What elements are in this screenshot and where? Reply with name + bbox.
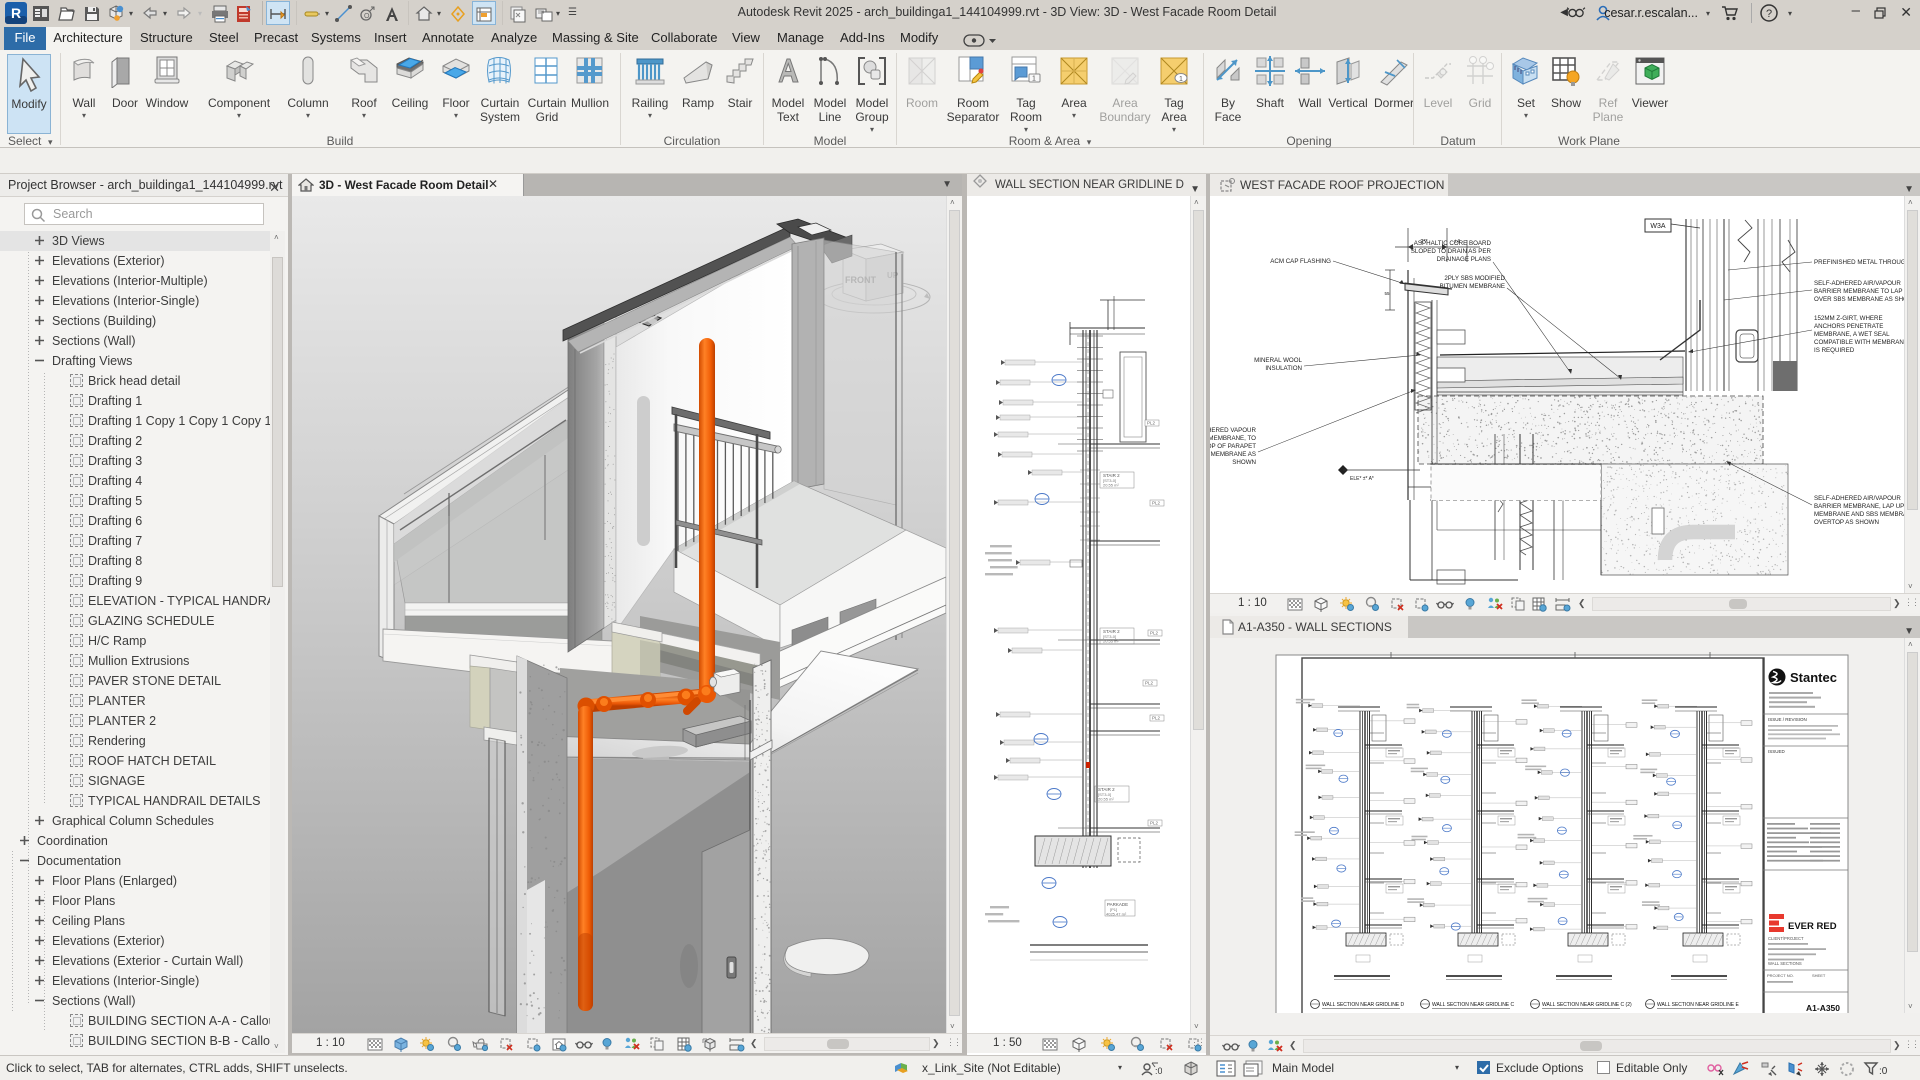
- svg-text:4025.47 m²: 4025.47 m²: [1106, 912, 1127, 917]
- svg-text:ELE* ±* A*: ELE* ±* A*: [1350, 476, 1374, 482]
- svg-text:OVERTOP AS SHOWN: OVERTOP AS SHOWN: [1814, 519, 1879, 526]
- svg-text:SELF-ADHERED VAPOUR: SELF-ADHERED VAPOUR: [1210, 427, 1257, 434]
- svg-text:R: R: [11, 5, 21, 21]
- svg-text::0: :0: [1155, 1066, 1162, 1076]
- svg-text:WALL SECTION NEAR GRIDLINE E: WALL SECTION NEAR GRIDLINE E: [1657, 1002, 1740, 1008]
- svg-text::0: :0: [1879, 1066, 1888, 1077]
- svg-text:PL2: PL2: [1152, 716, 1161, 721]
- svg-text:AND SBS MEMBRANE AS: AND SBS MEMBRANE AS: [1210, 451, 1256, 458]
- svg-text:COMPATIBLE WITH MEMBRANE: COMPATIBLE WITH MEMBRANE: [1814, 339, 1904, 346]
- svg-text:20.55 m²: 20.55 m²: [1098, 797, 1114, 802]
- svg-text:ACM CAP FLASHING: ACM CAP FLASHING: [1270, 258, 1331, 265]
- svg-text:20.55 m²: 20.55 m²: [1103, 483, 1119, 488]
- svg-text:ISSUE / REVISION: ISSUE / REVISION: [1768, 717, 1807, 722]
- svg-text:W3A: W3A: [1650, 223, 1666, 230]
- svg-text:EVER RED: EVER RED: [1788, 921, 1837, 932]
- svg-text:2PLY SBS MODIFIED: 2PLY SBS MODIFIED: [1444, 275, 1505, 282]
- svg-text:?: ?: [1766, 8, 1772, 20]
- svg-text:WALL SECTION NEAR GRIDLINE C: WALL SECTION NEAR GRIDLINE C: [1432, 1002, 1515, 1008]
- svg-text:20.55 m²: 20.55 m²: [1103, 639, 1119, 644]
- svg-text:152MM Z-GIRT, WHERE: 152MM Z-GIRT, WHERE: [1814, 315, 1883, 322]
- svg-text:DRAINAGE PLANS: DRAINAGE PLANS: [1437, 256, 1491, 263]
- svg-text:BARRIER MEMBRANE TO LAP: BARRIER MEMBRANE TO LAP: [1814, 288, 1902, 295]
- svg-text:PL2: PL2: [1152, 501, 1161, 506]
- svg-text:INSULATION: INSULATION: [1265, 365, 1302, 372]
- svg-text:Stantec: Stantec: [1790, 670, 1837, 685]
- svg-text:OVER SBS MEMBRANE AS SHOWN: OVER SBS MEMBRANE AS SHOWN: [1814, 296, 1904, 303]
- svg-text:55: 55: [1384, 291, 1390, 296]
- svg-text:A1-A350: A1-A350: [1806, 1003, 1840, 1013]
- svg-text:MEMBRANE AND SBS MEMBRANE: MEMBRANE AND SBS MEMBRANE: [1814, 511, 1904, 518]
- svg-text:BITUMEN MEMBRANE: BITUMEN MEMBRANE: [1440, 283, 1505, 290]
- svg-text:CLIENT/PROJECT: CLIENT/PROJECT: [1768, 936, 1804, 941]
- svg-text:WALL SECTIONS: WALL SECTIONS: [1768, 961, 1802, 966]
- svg-text:PL2: PL2: [1147, 421, 1156, 426]
- svg-text:WALL SECTION NEAR GRIDLINE D: WALL SECTION NEAR GRIDLINE D: [1322, 1002, 1405, 1008]
- svg-text:PL2: PL2: [1150, 821, 1159, 826]
- svg-text:BARRIER MEMBRANE, TO: BARRIER MEMBRANE, TO: [1210, 435, 1256, 442]
- svg-text:BARRIER MEMBRANE, LAP UPPER: BARRIER MEMBRANE, LAP UPPER: [1814, 503, 1904, 510]
- svg-text:1: 1: [1032, 76, 1036, 83]
- svg-text:SLOPED TO DRAIN AS PER: SLOPED TO DRAIN AS PER: [1411, 248, 1492, 255]
- svg-text:ISSUED: ISSUED: [1768, 749, 1786, 754]
- svg-text:PL2: PL2: [1150, 631, 1159, 636]
- svg-text:MEMBRANE, A WET SEAL: MEMBRANE, A WET SEAL: [1814, 331, 1890, 338]
- svg-text:SELF-ADHERED AIR/VAPOUR: SELF-ADHERED AIR/VAPOUR: [1814, 495, 1901, 502]
- svg-text:ASPHALTIC CORE BOARD: ASPHALTIC CORE BOARD: [1414, 240, 1492, 247]
- svg-text:SHEET: SHEET: [1812, 973, 1826, 978]
- svg-text:WALL SECTION NEAR GRIDLINE C (: WALL SECTION NEAR GRIDLINE C (2): [1542, 1002, 1632, 1008]
- svg-text:PROJECT NO.: PROJECT NO.: [1767, 973, 1794, 978]
- svg-text:MINERAL WOOL: MINERAL WOOL: [1254, 357, 1302, 364]
- svg-text:ANCHORS PENETRATE: ANCHORS PENETRATE: [1814, 323, 1883, 330]
- svg-text:PREFINISHED METAL THROUGH-WA: PREFINISHED METAL THROUGH-WA: [1814, 259, 1904, 266]
- svg-text:PL2: PL2: [1145, 681, 1154, 686]
- svg-text:LAP OVER TOP OF PARAPET: LAP OVER TOP OF PARAPET: [1210, 443, 1256, 450]
- svg-text:IS REQUIRED: IS REQUIRED: [1814, 347, 1855, 354]
- svg-text:SELF-ADHERED AIR/VAPOUR: SELF-ADHERED AIR/VAPOUR: [1814, 280, 1901, 287]
- svg-text:1: 1: [1179, 76, 1183, 83]
- svg-text:SHOWN: SHOWN: [1232, 459, 1256, 466]
